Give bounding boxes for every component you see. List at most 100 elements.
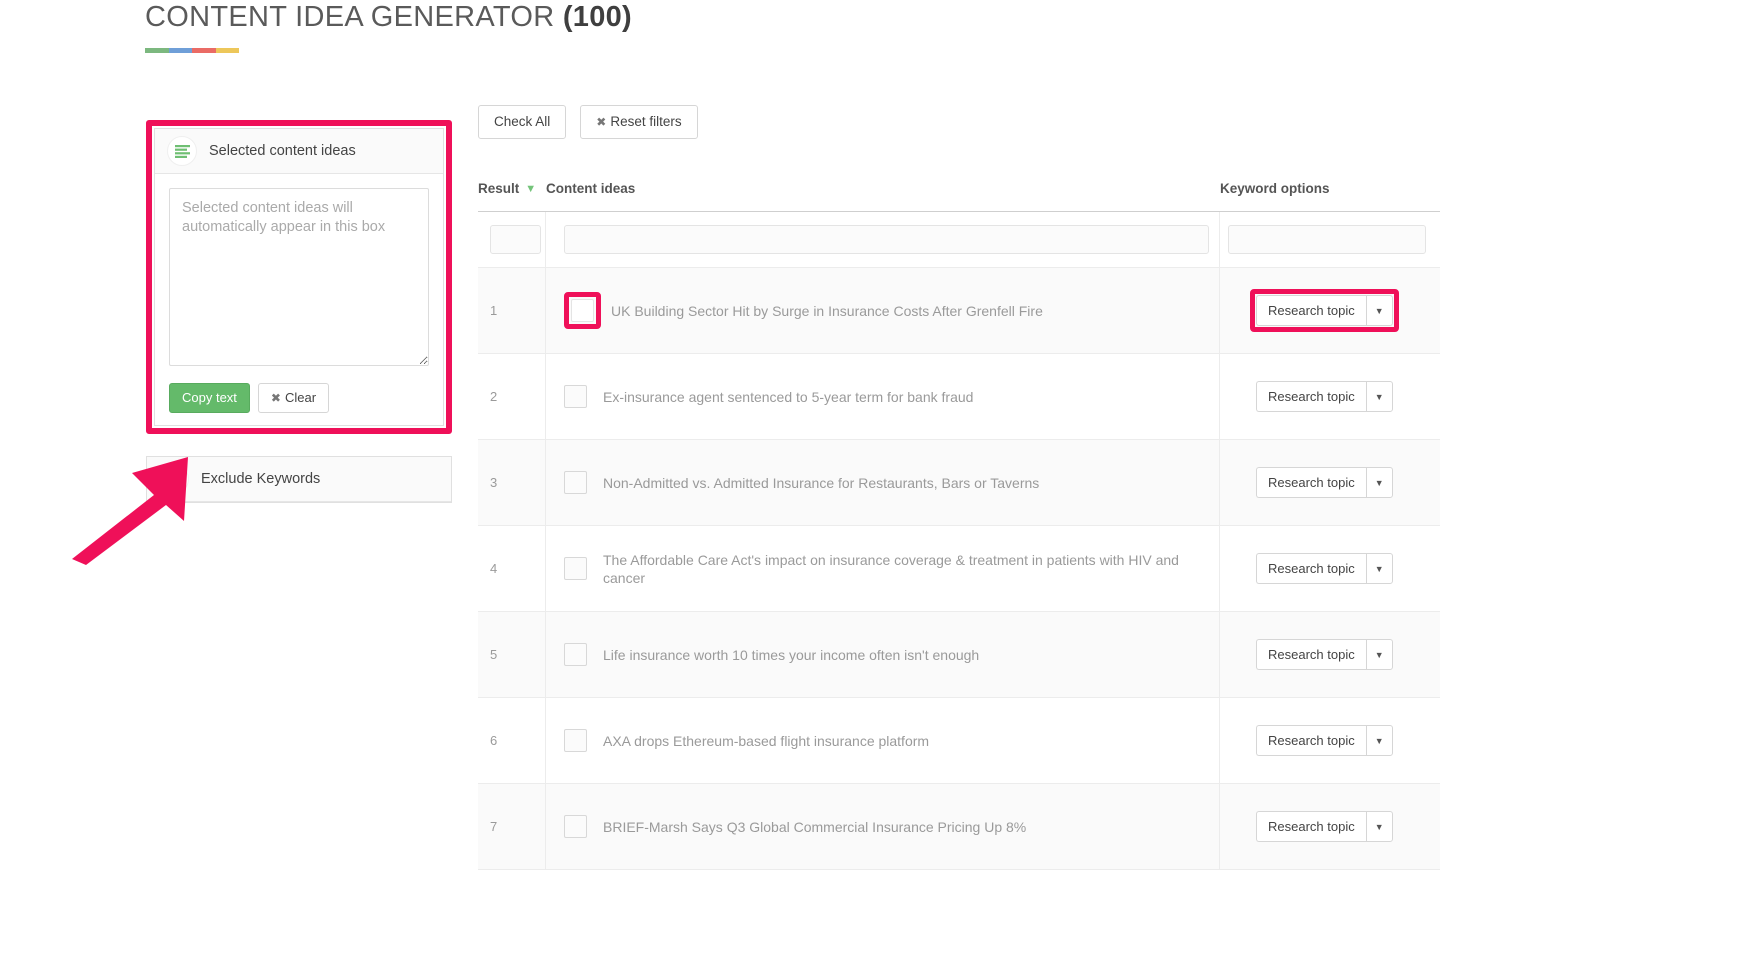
row-keyword-options: Research topic ▼ bbox=[1220, 440, 1440, 525]
funnel-icon bbox=[159, 464, 189, 494]
row-checkbox-wrap bbox=[564, 729, 603, 752]
column-header-result[interactable]: Result ▼ bbox=[478, 181, 546, 196]
list-lines-icon bbox=[167, 136, 197, 166]
row-keyword-options: Research topic ▼ bbox=[1220, 354, 1440, 439]
column-header-content-ideas: Content ideas bbox=[546, 181, 636, 196]
row-number: 1 bbox=[478, 268, 546, 353]
row-number: 2 bbox=[478, 354, 546, 439]
research-topic-split-button[interactable]: Research topic ▼ bbox=[1256, 639, 1393, 670]
selected-ideas-body: Copy text ✖Clear bbox=[155, 174, 443, 425]
clear-button-label: Clear bbox=[284, 390, 317, 405]
page-title-count: (100) bbox=[562, 1, 633, 33]
research-topic-button[interactable]: Research topic bbox=[1256, 381, 1366, 412]
close-icon: ✖ bbox=[596, 115, 607, 129]
row-keyword-options: Research topic ▼ bbox=[1220, 268, 1440, 353]
chevron-down-icon[interactable]: ▼ bbox=[1365, 811, 1393, 842]
research-topic-split-button[interactable]: Research topic ▼ bbox=[1256, 553, 1393, 584]
chevron-down-icon[interactable]: ▼ bbox=[1365, 381, 1393, 412]
row-checkbox[interactable] bbox=[564, 729, 587, 752]
row-checkbox[interactable] bbox=[564, 557, 587, 580]
research-topic-button[interactable]: Research topic bbox=[1256, 811, 1366, 842]
research-topic-split-button[interactable]: Research topic ▼ bbox=[1256, 725, 1393, 756]
column-header-keyword-options: Keyword options bbox=[1220, 181, 1330, 196]
row-number: 6 bbox=[478, 698, 546, 783]
row-number: 3 bbox=[478, 440, 546, 525]
selected-ideas-highlight: Selected content ideas Copy text ✖Clear bbox=[146, 120, 452, 434]
filter-input-keyword-options[interactable] bbox=[1228, 225, 1426, 254]
table-row[interactable]: 6 AXA drops Ethereum-based flight insura… bbox=[478, 698, 1440, 784]
row-content: Life insurance worth 10 times your incom… bbox=[546, 612, 1220, 697]
table-row[interactable]: 2 Ex-insurance agent sentenced to 5-year… bbox=[478, 354, 1440, 440]
selected-ideas-panel: Selected content ideas Copy text ✖Clear bbox=[154, 128, 444, 426]
row-content: Ex-insurance agent sentenced to 5-year t… bbox=[546, 354, 1220, 439]
row-checkbox-wrap bbox=[564, 471, 603, 494]
row-idea-text: AXA drops Ethereum-based flight insuranc… bbox=[603, 732, 930, 749]
row-checkbox[interactable] bbox=[564, 385, 587, 408]
table-row[interactable]: 4 The Affordable Care Act's impact on in… bbox=[478, 526, 1440, 612]
row-checkbox[interactable] bbox=[564, 471, 587, 494]
table-row[interactable]: 7 BRIEF-Marsh Says Q3 Global Commercial … bbox=[478, 784, 1440, 870]
table-row[interactable]: 1 UK Building Sector Hit by Surge in Ins… bbox=[478, 268, 1440, 354]
row-checkbox[interactable] bbox=[564, 643, 587, 666]
main-content: Check All ✖ Reset filters Result ▼ Conten… bbox=[478, 105, 1440, 870]
reset-filters-button[interactable]: ✖ Reset filters bbox=[580, 105, 698, 139]
table-filter-row bbox=[478, 212, 1440, 268]
table-column-headers: Result ▼ Content ideas Keyword options bbox=[478, 181, 1440, 196]
row-keyword-options: Research topic ▼ bbox=[1220, 526, 1440, 611]
exclude-keywords-panel[interactable]: Exclude Keywords bbox=[146, 456, 452, 503]
research-topic-button[interactable]: Research topic bbox=[1256, 553, 1366, 584]
chevron-down-icon[interactable]: ▼ bbox=[1365, 295, 1393, 326]
row-number: 5 bbox=[478, 612, 546, 697]
research-topic-split-button[interactable]: Research topic ▼ bbox=[1256, 295, 1393, 326]
row-checkbox-wrap bbox=[564, 385, 603, 408]
filter-input-content-ideas[interactable] bbox=[564, 225, 1209, 254]
chevron-down-icon[interactable]: ▼ bbox=[1365, 639, 1393, 670]
row-idea-text: Non-Admitted vs. Admitted Insurance for … bbox=[603, 474, 1040, 491]
row-keyword-options: Research topic ▼ bbox=[1220, 698, 1440, 783]
chevron-down-icon[interactable]: ▼ bbox=[1365, 725, 1393, 756]
filter-cell-content bbox=[546, 212, 1220, 267]
row-content: The Affordable Care Act's impact on insu… bbox=[546, 526, 1220, 611]
research-topic-button[interactable]: Research topic bbox=[1256, 467, 1366, 498]
title-color-rule bbox=[145, 48, 239, 53]
row-checkbox[interactable] bbox=[564, 815, 587, 838]
row-checkbox[interactable] bbox=[571, 299, 594, 322]
row-checkbox-wrap bbox=[564, 815, 603, 838]
row-content: BRIEF-Marsh Says Q3 Global Commercial In… bbox=[546, 784, 1220, 869]
close-icon: ✖ bbox=[270, 391, 281, 405]
research-topic-highlight: Research topic ▼ bbox=[1250, 289, 1399, 332]
chevron-down-icon: ▼ bbox=[525, 182, 537, 195]
row-idea-text: UK Building Sector Hit by Surge in Insur… bbox=[611, 302, 1043, 319]
page-title-text: CONTENT IDEA GENERATOR bbox=[145, 1, 555, 33]
selected-ideas-title: Selected content ideas bbox=[209, 143, 356, 159]
row-checkbox-wrap bbox=[564, 557, 603, 580]
selected-ideas-actions: Copy text ✖ Clear bbox=[169, 383, 429, 413]
row-idea-text: Life insurance worth 10 times your incom… bbox=[603, 646, 980, 663]
row-idea-text: The Affordable Care Act's impact on insu… bbox=[603, 551, 1179, 586]
research-topic-split-button[interactable]: Research topic ▼ bbox=[1256, 811, 1393, 842]
research-topic-split-button[interactable]: Research topic ▼ bbox=[1256, 467, 1393, 498]
research-topic-button[interactable]: Research topic bbox=[1256, 295, 1366, 326]
results-table: 1 UK Building Sector Hit by Surge in Ins… bbox=[478, 211, 1440, 870]
row-number: 4 bbox=[478, 526, 546, 611]
row-checkbox-highlight bbox=[564, 292, 601, 329]
research-topic-button[interactable]: Research topic bbox=[1256, 639, 1366, 670]
copy-text-button[interactable]: Copy text bbox=[169, 383, 250, 413]
chevron-down-icon[interactable]: ▼ bbox=[1365, 553, 1393, 584]
check-all-button[interactable]: Check All bbox=[478, 105, 567, 139]
filter-cell-result bbox=[478, 212, 546, 267]
row-content: Non-Admitted vs. Admitted Insurance for … bbox=[546, 440, 1220, 525]
chevron-down-icon[interactable]: ▼ bbox=[1365, 467, 1393, 498]
reset-filters-label: Reset filters bbox=[610, 114, 682, 129]
exclude-keywords-header[interactable]: Exclude Keywords bbox=[147, 457, 451, 502]
clear-button[interactable]: ✖ Clear bbox=[257, 383, 330, 413]
page-title: CONTENT IDEA GENERATOR (100) bbox=[145, 0, 632, 34]
row-keyword-options: Research topic ▼ bbox=[1220, 784, 1440, 869]
research-topic-button[interactable]: Research topic bbox=[1256, 725, 1366, 756]
selected-ideas-textarea[interactable] bbox=[169, 188, 429, 366]
filter-input-result[interactable] bbox=[490, 225, 541, 254]
research-topic-split-button[interactable]: Research topic ▼ bbox=[1256, 381, 1393, 412]
table-row[interactable]: 3 Non-Admitted vs. Admitted Insurance fo… bbox=[478, 440, 1440, 526]
table-row[interactable]: 5 Life insurance worth 10 times your inc… bbox=[478, 612, 1440, 698]
table-toolbar: Check All ✖ Reset filters bbox=[478, 105, 1440, 139]
